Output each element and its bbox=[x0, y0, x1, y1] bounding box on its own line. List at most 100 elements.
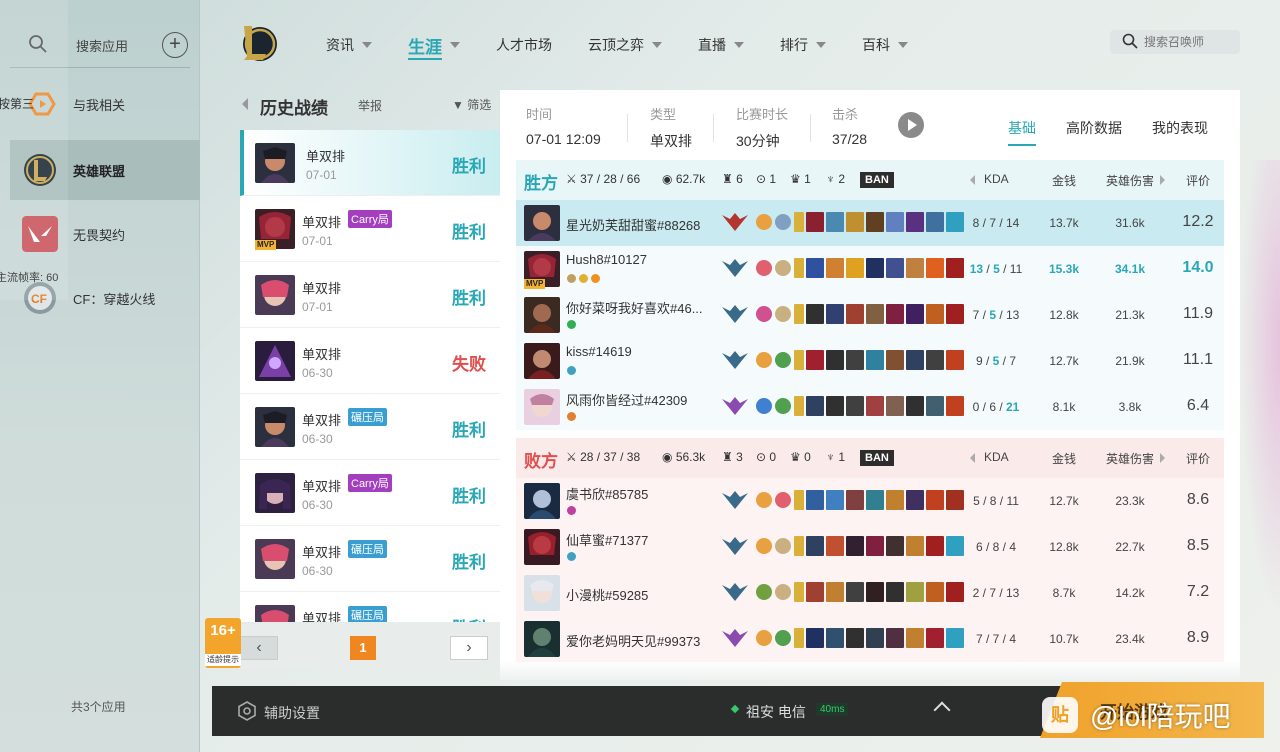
rune-icon bbox=[756, 398, 772, 414]
current-page[interactable]: 1 bbox=[350, 636, 376, 660]
ban-button[interactable]: BAN bbox=[860, 450, 894, 466]
summary-kills: 击杀 37/28 bbox=[832, 104, 867, 147]
nav-career[interactable]: 生涯 bbox=[408, 30, 460, 60]
match-tag: 碾压局 bbox=[348, 540, 387, 558]
prev-page-button[interactable]: ‹ bbox=[240, 636, 278, 660]
player-name[interactable]: 小漫桃#59285 bbox=[566, 585, 648, 604]
player-row[interactable]: kiss#14619 9 / 5 / 7 12.7k 21.9k 11.1 bbox=[516, 338, 1224, 384]
report-button[interactable]: 举报 bbox=[358, 97, 382, 114]
rune-icon bbox=[756, 306, 772, 322]
player-badges bbox=[567, 320, 576, 329]
champion-avatar bbox=[255, 473, 295, 513]
tab-my-performance[interactable]: 我的表现 bbox=[1152, 118, 1208, 138]
player-row[interactable]: 虞书欣#85785 5 / 8 / 11 12.7k 23.3k 8.6 bbox=[516, 478, 1224, 524]
team-dragons: ♆ 1 bbox=[826, 450, 845, 464]
rank-emblem-icon bbox=[722, 491, 748, 509]
item-build bbox=[794, 536, 966, 556]
dragon-icon: ♆ bbox=[826, 172, 835, 186]
player-name[interactable]: 风雨你皆经过#42309 bbox=[566, 390, 687, 409]
match-mode: 单双排 bbox=[302, 545, 342, 560]
history-list[interactable]: 单双排 07-01 胜利 MVP 单双排 Carry局 07-01 胜利 单双排… bbox=[240, 130, 500, 622]
tab-basic[interactable]: 基础 bbox=[1008, 118, 1036, 146]
player-name[interactable]: 爱你老妈明天见#99373 bbox=[566, 631, 700, 650]
player-name[interactable]: 你好菜呀我好喜欢#46... bbox=[566, 298, 703, 317]
match-row[interactable]: 单双排 Carry局 06-30 胜利 bbox=[240, 460, 500, 526]
player-row[interactable]: 爱你老妈明天见#99373 7 / 7 / 4 10.7k 23.4k 8.9 bbox=[516, 616, 1224, 662]
hexagon-settings-icon[interactable] bbox=[236, 700, 258, 722]
match-row[interactable]: 单双排 碾压局 胜利 bbox=[240, 592, 500, 622]
server-name[interactable]: 祖安 电信 bbox=[746, 702, 806, 722]
player-kda: 13 / 5 / 11 bbox=[969, 262, 1023, 276]
team-kda-value: 28 / 37 / 38 bbox=[580, 450, 641, 464]
player-name[interactable]: Hush8#10127 bbox=[566, 252, 647, 267]
app-search-placeholder[interactable]: 搜索应用 bbox=[76, 36, 128, 55]
filter-label: 筛选 bbox=[467, 98, 492, 112]
player-score: 8.6 bbox=[1186, 491, 1210, 508]
column-prev-icon[interactable] bbox=[970, 453, 975, 463]
champion-avatar bbox=[255, 407, 295, 447]
tab-advanced[interactable]: 高阶数据 bbox=[1066, 118, 1122, 138]
player-name[interactable]: 星光奶芙甜甜蜜#88268 bbox=[566, 215, 700, 234]
team-kda-value: 37 / 28 / 66 bbox=[580, 172, 641, 186]
chevron-up-icon[interactable] bbox=[933, 701, 951, 719]
pager: ‹ 1 › bbox=[240, 624, 500, 668]
match-result: 胜利 bbox=[452, 223, 486, 242]
summoner-search[interactable] bbox=[1110, 30, 1240, 54]
match-row[interactable]: 单双排 07-01 胜利 bbox=[240, 130, 500, 196]
nav-wiki[interactable]: 百科 bbox=[862, 30, 908, 60]
player-gold: 15.3k bbox=[1048, 262, 1080, 276]
match-row[interactable]: 单双排 06-30 失败 bbox=[240, 328, 500, 394]
collapse-arrow-icon[interactable] bbox=[242, 98, 248, 110]
match-row[interactable]: MVP 单双排 Carry局 07-01 胜利 bbox=[240, 196, 500, 262]
app-sidebar: 搜索应用 + 与我相关 英雄联盟 无畏契约 CF CF：穿越火线 共3个应用 按… bbox=[0, 0, 200, 752]
summoner-search-input[interactable] bbox=[1144, 33, 1234, 51]
nav-tft[interactable]: 云顶之弈 bbox=[588, 30, 662, 60]
team-inhibitors-value: 1 bbox=[769, 172, 777, 186]
player-name[interactable]: kiss#14619 bbox=[566, 344, 632, 359]
player-gold: 8.1k bbox=[1052, 400, 1076, 414]
column-prev-icon[interactable] bbox=[970, 175, 975, 185]
player-damage: 23.4k bbox=[1115, 632, 1145, 646]
champion-avatar bbox=[524, 529, 560, 565]
player-badges bbox=[567, 412, 576, 421]
replay-play-icon[interactable] bbox=[898, 112, 924, 138]
next-page-button[interactable]: › bbox=[450, 636, 488, 660]
column-next-icon[interactable] bbox=[1160, 175, 1165, 185]
ban-button[interactable]: BAN bbox=[860, 172, 894, 188]
add-app-button[interactable]: + bbox=[162, 32, 188, 58]
lol-logo[interactable] bbox=[238, 22, 278, 64]
match-row[interactable]: 单双排 碾压局 06-30 胜利 bbox=[240, 394, 500, 460]
player-row[interactable]: 你好菜呀我好喜欢#46... 7 / 5 / 13 12.8k 21.3k 11… bbox=[516, 292, 1224, 338]
nav-label: 直播 bbox=[698, 37, 726, 53]
rune-icon bbox=[756, 584, 772, 600]
col-damage: 英雄伤害 bbox=[1106, 452, 1155, 466]
column-next-icon[interactable] bbox=[1160, 453, 1165, 463]
watermark: 贴 @lol陪玩吧 bbox=[1042, 692, 1230, 738]
player-name[interactable]: 虞书欣#85785 bbox=[566, 484, 648, 503]
nav-ranking[interactable]: 排行 bbox=[780, 30, 826, 60]
match-row[interactable]: 单双排 碾压局 06-30 胜利 bbox=[240, 526, 500, 592]
player-damage: 34.1k bbox=[1114, 262, 1146, 276]
match-row[interactable]: 单双排 07-01 胜利 bbox=[240, 262, 500, 328]
nav-live[interactable]: 直播 bbox=[698, 30, 744, 60]
player-badges bbox=[567, 552, 576, 561]
team-gold: ◉ 56.3k bbox=[662, 450, 705, 464]
player-row[interactable]: 风雨你皆经过#42309 0 / 6 / 21 8.1k 3.8k 6.4 bbox=[516, 384, 1224, 430]
player-name[interactable]: 仙草蜜#71377 bbox=[566, 530, 648, 549]
nav-talent-market[interactable]: 人才市场 bbox=[496, 30, 552, 60]
filter-button[interactable]: ▼ 筛选 bbox=[452, 96, 491, 113]
player-row[interactable]: MVP Hush8#10127 13 / 5 / 11 15.3k 34.1k … bbox=[516, 246, 1224, 292]
rune-icon bbox=[775, 398, 791, 414]
player-row[interactable]: 小漫桃#59285 2 / 7 / 13 8.7k 14.2k 7.2 bbox=[516, 570, 1224, 616]
player-row[interactable]: 星光奶芙甜甜蜜#88268 8 / 7 / 14 13.7k 31.6k 12.… bbox=[516, 200, 1224, 246]
champion-avatar bbox=[524, 621, 560, 657]
summary-label: 比赛时长 bbox=[736, 107, 789, 122]
player-gold: 10.7k bbox=[1049, 632, 1079, 646]
nav-news[interactable]: 资讯 bbox=[326, 30, 372, 60]
search-icon[interactable] bbox=[1122, 33, 1138, 53]
assist-settings-button[interactable]: 辅助设置 bbox=[264, 703, 320, 723]
player-row[interactable]: 仙草蜜#71377 6 / 8 / 4 12.8k 22.7k 8.5 bbox=[516, 524, 1224, 570]
app-item-label: 与我相关 bbox=[73, 98, 126, 113]
app-item-label: 英雄联盟 bbox=[73, 164, 126, 179]
team-kda: ⚔ 28 / 37 / 38 bbox=[566, 450, 640, 464]
